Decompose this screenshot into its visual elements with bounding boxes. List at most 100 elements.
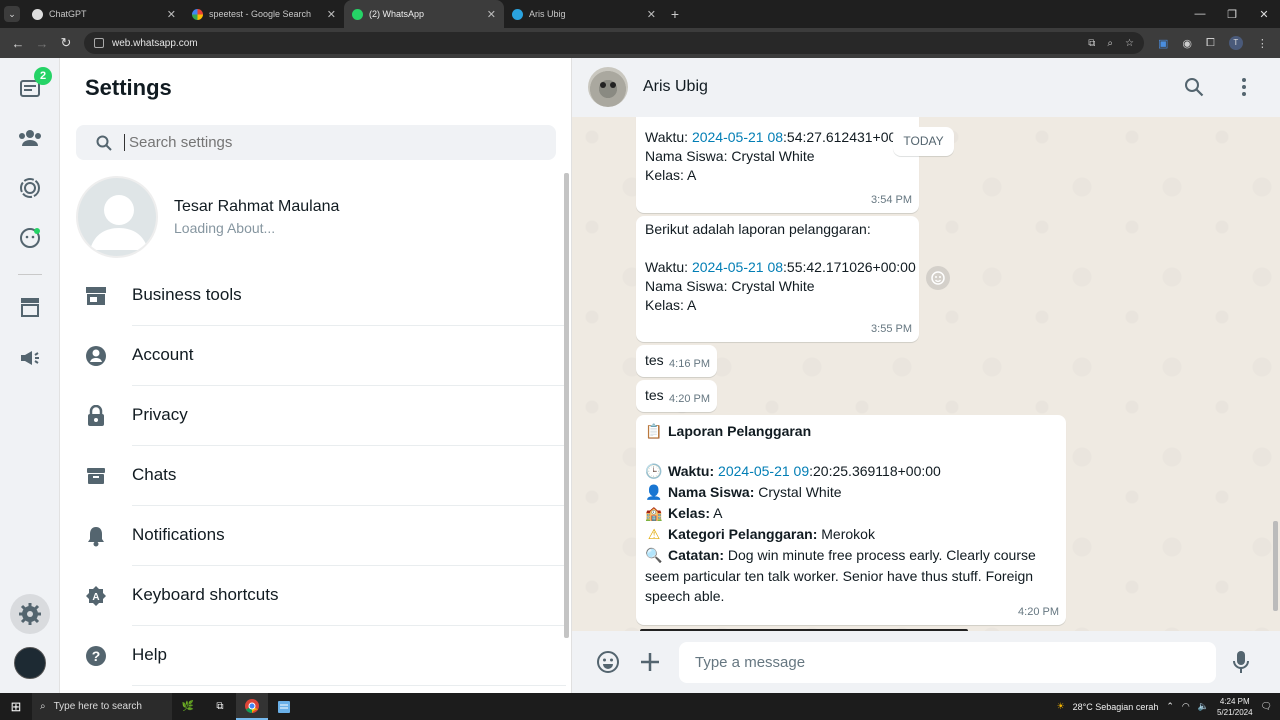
message-bubble[interactable]: tes 4:20 PM (636, 380, 717, 412)
tray-chevron-icon[interactable]: ⌃ (1166, 701, 1174, 712)
chat-panel: Aris Ubig Waktu: 2024-05-21 08:54:27.612… (572, 58, 1280, 693)
contact-avatar[interactable] (588, 67, 628, 107)
message-list[interactable]: Waktu: 2024-05-21 08:54:27.612431+00:00 … (572, 117, 1280, 631)
message-bubble[interactable]: Waktu: 2024-05-21 08:54:27.612431+00:00 … (636, 117, 919, 213)
message-input[interactable] (679, 642, 1216, 683)
notification-center-icon[interactable]: 🗨 (1261, 701, 1272, 712)
address-bar[interactable]: web.whatsapp.com ⧉ ⌕ ☆ (84, 32, 1144, 54)
tab-title: ChatGPT (49, 9, 87, 19)
chat-header[interactable]: Aris Ubig (572, 58, 1280, 117)
search-icon[interactable] (1184, 77, 1204, 97)
chat-archive-icon (84, 464, 108, 488)
communities-icon[interactable] (14, 122, 46, 154)
windows-taskbar: ⊞ ⌕ Type here to search 🌿 ⧉ ☀ 28°C Sebag… (0, 693, 1280, 720)
windows-start-icon[interactable]: ⊞ (0, 699, 32, 715)
settings-scrollbar[interactable] (564, 173, 569, 638)
browser-tab-whatsapp[interactable]: (2) WhatsApp ✕ (344, 0, 504, 28)
minimize-icon[interactable]: — (1184, 8, 1216, 20)
browser-tab-chatgpt[interactable]: ChatGPT ✕ (24, 0, 184, 28)
taskbar-search[interactable]: ⌕ Type here to search (32, 693, 172, 720)
date-link[interactable]: 2024-05-21 08 (692, 129, 783, 145)
profile-about: Loading About... (174, 220, 276, 236)
microphone-icon[interactable] (1232, 650, 1250, 674)
zoom-icon[interactable]: ⌕ (1107, 38, 1113, 49)
news-widget-icon[interactable]: 🌿 (172, 693, 204, 720)
menu-dots-icon[interactable] (1238, 77, 1250, 97)
contact-name[interactable]: Aris Ubig (643, 78, 708, 96)
message-bubble[interactable]: Berikut adalah laporan pelanggaran: Wakt… (636, 216, 919, 342)
back-icon[interactable]: ← (6, 36, 30, 51)
network-icon[interactable]: ◠ (1182, 701, 1190, 712)
reload-icon[interactable]: ↻ (54, 35, 78, 51)
date-link[interactable]: 2024-05-21 08 (692, 259, 783, 275)
message-time: 3:55 PM (871, 323, 912, 335)
close-window-icon[interactable]: ✕ (1248, 8, 1280, 21)
keyboard-icon: A (84, 584, 108, 608)
profile-card[interactable]: Tesar Rahmat Maulana Loading About... (76, 176, 556, 260)
school-icon: 🏫 (645, 506, 663, 522)
settings-item-chats[interactable]: Chats (76, 446, 566, 506)
emoji-icon[interactable] (596, 650, 620, 674)
search-input[interactable] (124, 134, 524, 151)
task-view-icon[interactable]: ⧉ (204, 693, 236, 720)
chatgpt-favicon-icon (32, 8, 43, 20)
tab-search-button[interactable]: ⌄ (0, 0, 24, 28)
profile-picture[interactable] (76, 176, 158, 258)
clock[interactable]: 4:24 PM 5/21/2024 (1217, 696, 1253, 718)
tab-close-icon[interactable]: ✕ (647, 8, 656, 21)
install-app-icon[interactable]: ⧉ (1088, 38, 1095, 49)
chat-scrollbar[interactable] (1273, 521, 1278, 611)
extensions-puzzle-icon[interactable]: ⧠ (1206, 37, 1215, 50)
channels-icon[interactable] (14, 222, 46, 254)
settings-item-help[interactable]: ? Help (76, 626, 566, 686)
profile-avatar[interactable]: T (1228, 36, 1243, 50)
settings-item-account[interactable]: Account (76, 326, 566, 386)
url-text: web.whatsapp.com (112, 37, 198, 49)
person-icon: 👤 (645, 485, 663, 501)
kelas-line: Kelas: A (645, 167, 697, 183)
message-bubble[interactable]: 📋 Laporan Pelanggaran 🕒 Waktu: 2024-05-21 … (636, 415, 1066, 625)
settings-gear-icon[interactable] (10, 594, 50, 634)
system-tray: ☀ 28°C Sebagian cerah ⌃ ◠ 🔈 4:24 PM 5/21… (1057, 696, 1280, 718)
volume-icon[interactable]: 🔈 (1198, 701, 1209, 712)
settings-item-privacy[interactable]: Privacy (76, 386, 566, 446)
browser-tab-bar: ⌄ ChatGPT ✕ speetest - Google Search ✕ (… (0, 0, 1280, 28)
settings-item-label: Business tools (132, 285, 242, 304)
settings-search[interactable] (76, 125, 556, 160)
tab-close-icon[interactable]: ✕ (487, 8, 496, 21)
settings-item-keyboard-shortcuts[interactable]: A Keyboard shortcuts (76, 566, 566, 626)
emoji-react-icon[interactable] (926, 266, 950, 290)
message-bubble[interactable]: tes 4:16 PM (636, 345, 717, 377)
waktu-rest: :55:42.171026+00:00 (783, 259, 916, 275)
attach-plus-icon[interactable] (638, 650, 662, 674)
browser-tab-telegram[interactable]: Aris Ubig ✕ (504, 0, 664, 28)
siswa-line: Nama Siswa: Crystal White (645, 278, 815, 294)
chrome-taskbar-icon[interactable] (236, 693, 268, 720)
weather-text[interactable]: 28°C Sebagian cerah (1073, 702, 1159, 712)
settings-item-business-tools[interactable]: Business tools (76, 266, 566, 326)
date-link[interactable]: 2024-05-21 09 (718, 463, 809, 479)
tab-close-icon[interactable]: ✕ (167, 8, 176, 21)
new-tab-button[interactable]: + (664, 0, 686, 28)
weather-icon[interactable]: ☀ (1057, 701, 1065, 712)
extension-icon[interactable]: ▣ (1158, 37, 1168, 50)
my-profile-avatar[interactable] (14, 647, 46, 679)
browser-tab-google[interactable]: speetest - Google Search ✕ (184, 0, 344, 28)
divider (132, 685, 566, 686)
forward-icon[interactable]: → (30, 36, 54, 51)
browser-menu-icon[interactable]: ⋮ (1257, 37, 1268, 50)
site-info-icon[interactable] (94, 38, 104, 48)
catalog-store-icon[interactable] (14, 291, 46, 323)
settings-item-label: Notifications (132, 525, 225, 544)
tab-close-icon[interactable]: ✕ (327, 8, 336, 21)
bookmark-star-icon[interactable]: ☆ (1125, 38, 1134, 49)
settings-item-notifications[interactable]: Notifications (76, 506, 566, 566)
restore-icon[interactable]: ❐ (1216, 8, 1248, 21)
status-icon[interactable] (14, 172, 46, 204)
browser-toolbar: ← → ↻ web.whatsapp.com ⧉ ⌕ ☆ ▣ ◉ ⧠ T ⋮ (0, 28, 1280, 58)
waktu-label: Waktu: (645, 259, 692, 275)
nav-rail: 2 (0, 58, 60, 693)
notepad-taskbar-icon[interactable] (268, 693, 300, 720)
camera-extension-icon[interactable]: ◉ (1182, 37, 1192, 50)
advertise-megaphone-icon[interactable] (14, 342, 46, 374)
